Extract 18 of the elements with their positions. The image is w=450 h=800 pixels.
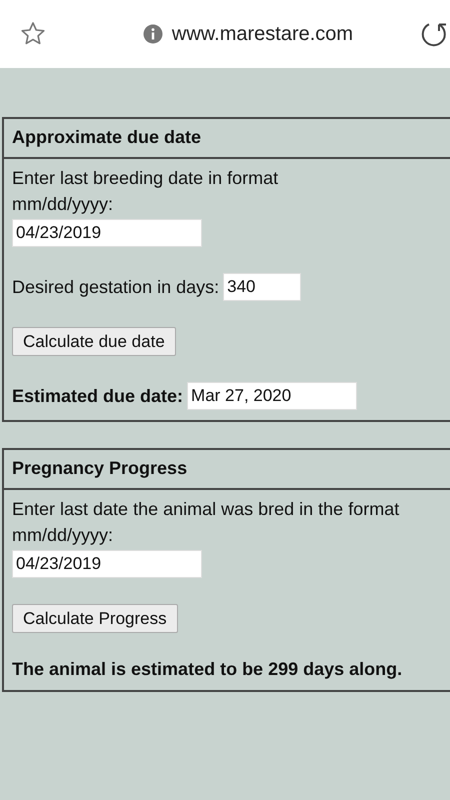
field-label: mm/dd/yyyy:	[12, 193, 114, 216]
field-label: Enter last date the animal was bred in the format	[12, 498, 400, 521]
number-input[interactable]: 340	[223, 273, 302, 301]
calculate-button[interactable]: Calculate Progress	[12, 604, 178, 633]
result-field[interactable]: Mar 27, 2020	[187, 382, 358, 410]
date-input[interactable]: 04/23/2019	[12, 219, 202, 247]
info-icon[interactable]	[142, 24, 163, 44]
url-text[interactable]: www.marestare.com	[172, 22, 354, 46]
result-text: The animal is estimated to be 299 days along.	[12, 659, 404, 680]
field-label: Desired gestation in days:	[12, 276, 220, 298]
section-title: Pregnancy Progress	[4, 450, 450, 490]
star-icon[interactable]	[20, 21, 46, 47]
section-title: Approximate due date	[4, 119, 450, 159]
date-input[interactable]: 04/23/2019	[12, 550, 202, 578]
result-label: Estimated due date:	[12, 386, 184, 406]
field-label: mm/dd/yyyy:	[12, 524, 114, 547]
calculate-button[interactable]: Calculate due date	[12, 327, 176, 356]
field-label: Enter last breeding date in format	[12, 167, 278, 190]
